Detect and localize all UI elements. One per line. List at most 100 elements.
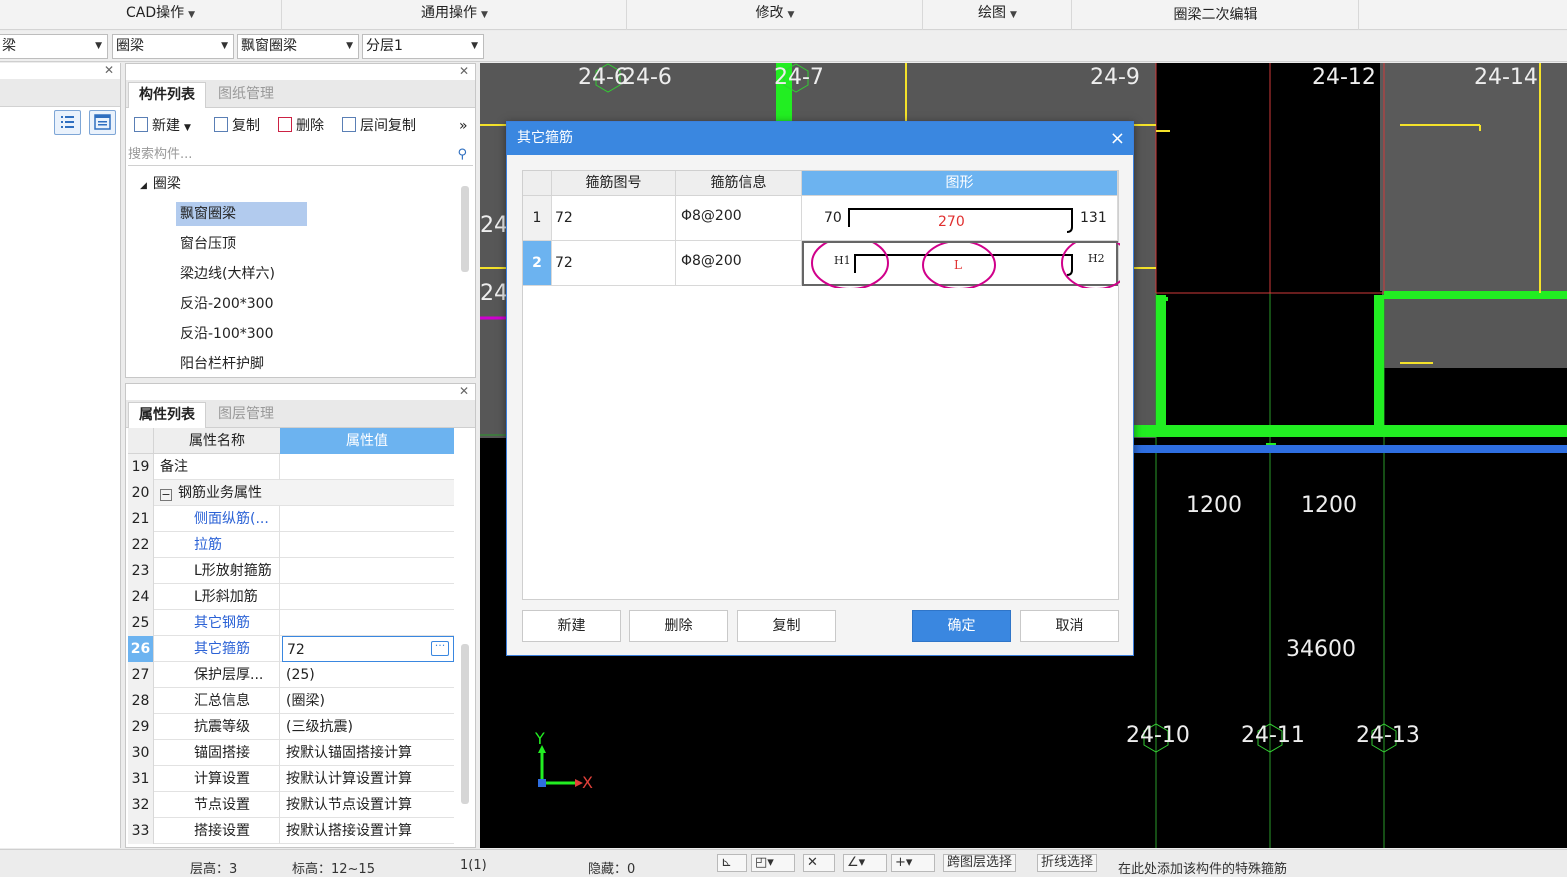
- menu-label: CAD操作: [125, 5, 185, 21]
- form-view-icon[interactable]: [89, 110, 116, 135]
- ellipsis-button[interactable]: ···: [431, 640, 449, 656]
- row-number: 31: [128, 766, 154, 792]
- offset-icon[interactable]: +▾: [891, 854, 935, 872]
- property-value[interactable]: 按默认搭接设置计算: [282, 818, 454, 844]
- layer-select[interactable]: 分层1 ▼: [362, 34, 484, 59]
- tree-item-balcony-kick[interactable]: 阳台栏杆护脚: [180, 352, 264, 376]
- cross-icon[interactable]: ✕: [803, 854, 835, 872]
- close-icon[interactable]: ✕: [104, 63, 114, 77]
- ok-button[interactable]: 确定: [912, 610, 1011, 642]
- property-row-selected[interactable]: 26 其它箍筋 72 ···: [128, 636, 454, 662]
- property-row[interactable]: 31 计算设置 按默认计算设置计算: [128, 766, 454, 792]
- button-label: 复制: [232, 118, 260, 134]
- component-name-select[interactable]: 飘窗圈梁 ▼: [237, 34, 359, 59]
- property-row[interactable]: 25 其它钢筋: [128, 610, 454, 636]
- delete-button[interactable]: 删除: [278, 115, 324, 137]
- stirrup-info-cell[interactable]: Φ8@200: [676, 241, 802, 286]
- property-group-row[interactable]: 20− 钢筋业务属性: [128, 480, 454, 506]
- tree-item-sill-coping[interactable]: 窗台压顶: [180, 232, 236, 256]
- copy-button[interactable]: 复制: [214, 115, 260, 137]
- tree-label: 阳台栏杆护脚: [180, 356, 264, 372]
- tab-component-list[interactable]: 构件列表: [128, 82, 206, 108]
- tab-drawing-management[interactable]: 图纸管理: [208, 82, 284, 108]
- ortho-icon[interactable]: ⊾: [717, 854, 747, 872]
- property-row[interactable]: 21 侧面纵筋(...: [128, 506, 454, 532]
- button-label: 新建: [152, 118, 180, 134]
- button-label: 层间复制: [360, 118, 416, 134]
- search-icon: ⚲: [457, 147, 467, 162]
- snap-icon[interactable]: ◰▾: [751, 854, 795, 872]
- new-button[interactable]: 新建 ▼: [134, 115, 191, 137]
- property-row[interactable]: 32 节点设置 按默认节点设置计算: [128, 792, 454, 818]
- property-row[interactable]: 23 L形放射箍筋: [128, 558, 454, 584]
- component-type-select[interactable]: 梁 ▼: [0, 34, 108, 59]
- axis-label: 24-10: [1126, 723, 1190, 748]
- menu-modify[interactable]: 修改 ▼: [628, 0, 923, 30]
- property-value[interactable]: 按默认锚固搭接计算: [282, 740, 454, 766]
- property-value[interactable]: [282, 506, 454, 532]
- property-value[interactable]: [282, 584, 454, 610]
- delete-button[interactable]: 删除: [629, 610, 728, 642]
- component-category-select[interactable]: 圈梁 ▼: [112, 34, 234, 59]
- stirrup-code-cell[interactable]: 72: [552, 241, 676, 286]
- property-row[interactable]: 33 搭接设置 按默认搭接设置计算: [128, 818, 454, 844]
- toolbar-overflow-button[interactable]: »: [459, 115, 468, 137]
- axis-label: 24-6: [622, 65, 672, 90]
- search-input[interactable]: 搜索构件... ⚲: [128, 144, 473, 166]
- row-number: 33: [128, 818, 154, 844]
- property-value[interactable]: (圈梁): [282, 688, 454, 714]
- property-scrollbar[interactable]: [461, 644, 469, 804]
- property-row[interactable]: 27 保护层厚... (25): [128, 662, 454, 688]
- stirrup-shape-cell-selected[interactable]: H1 L H2: [802, 241, 1120, 288]
- menu-label: 通用操作: [421, 5, 478, 21]
- chevron-down-icon: ▼: [184, 123, 191, 133]
- collapse-icon[interactable]: −: [160, 489, 172, 501]
- tree-item-upstand-200[interactable]: 反沿-200*300: [180, 292, 274, 316]
- menu-ring-beam-edit[interactable]: 圈梁二次编辑: [1073, 0, 1359, 30]
- stirrup-info-cell[interactable]: Φ8@200: [676, 196, 802, 241]
- right-length-label: 131: [1080, 210, 1107, 226]
- property-row[interactable]: 30 锚固搭接 按默认锚固搭接计算: [128, 740, 454, 766]
- property-value[interactable]: [282, 558, 454, 584]
- menu-draw[interactable]: 绘图 ▼: [924, 0, 1072, 30]
- ucs-y-label: Y: [535, 729, 545, 748]
- property-row[interactable]: 28 汇总信息 (圈梁): [128, 688, 454, 714]
- tree-label: 梁边线(大样六): [180, 266, 275, 282]
- polyline-select-button[interactable]: 折线选择: [1037, 854, 1098, 872]
- list-view-icon[interactable]: [54, 110, 81, 135]
- close-icon[interactable]: ×: [1110, 122, 1125, 155]
- property-row[interactable]: 19 备注: [128, 454, 454, 480]
- property-row[interactable]: 24 L形斜加筋: [128, 584, 454, 610]
- property-row[interactable]: 29 抗震等级 (三级抗震): [128, 714, 454, 740]
- tree-scrollbar[interactable]: [461, 186, 469, 272]
- property-value[interactable]: 按默认计算设置计算: [282, 766, 454, 792]
- tree-root-ring-beam[interactable]: ◢ 圈梁: [140, 172, 181, 196]
- stirrup-code-cell[interactable]: 72: [552, 196, 676, 241]
- property-value[interactable]: [282, 454, 454, 480]
- floor-copy-button[interactable]: 层间复制: [342, 115, 416, 137]
- property-value[interactable]: [282, 610, 454, 636]
- close-icon[interactable]: ✕: [459, 384, 469, 398]
- property-value[interactable]: (三级抗震): [282, 714, 454, 740]
- property-value[interactable]: 按默认节点设置计算: [282, 792, 454, 818]
- close-icon[interactable]: ✕: [459, 64, 469, 78]
- angle-icon[interactable]: ∠▾: [843, 854, 887, 872]
- new-button[interactable]: 新建: [522, 610, 621, 642]
- property-value[interactable]: [282, 532, 454, 558]
- menu-cad-ops[interactable]: CAD操作 ▼: [40, 0, 282, 30]
- tree-item-beam-edge[interactable]: 梁边线(大样六): [180, 262, 275, 286]
- tree-item-bay-window-beam[interactable]: 飘窗圈梁: [176, 202, 307, 226]
- tab-layer-management[interactable]: 图层管理: [208, 402, 284, 428]
- tree-item-upstand-100[interactable]: 反沿-100*300: [180, 322, 274, 346]
- property-row[interactable]: 22 拉筋: [128, 532, 454, 558]
- property-value[interactable]: (25): [282, 662, 454, 688]
- chevron-down-icon: ▼: [188, 10, 196, 20]
- other-stirrup-value-input[interactable]: 72 ···: [282, 636, 454, 662]
- cancel-button[interactable]: 取消: [1020, 610, 1119, 642]
- tab-property-list[interactable]: 属性列表: [128, 402, 206, 428]
- cross-layer-select-button[interactable]: 跨图层选择: [943, 854, 1017, 872]
- stirrup-shape-cell[interactable]: 70 270 131: [802, 196, 1118, 241]
- chevron-down-icon: ▼: [471, 41, 478, 51]
- menu-general-ops[interactable]: 通用操作 ▼: [283, 0, 627, 30]
- copy-button[interactable]: 复制: [737, 610, 836, 642]
